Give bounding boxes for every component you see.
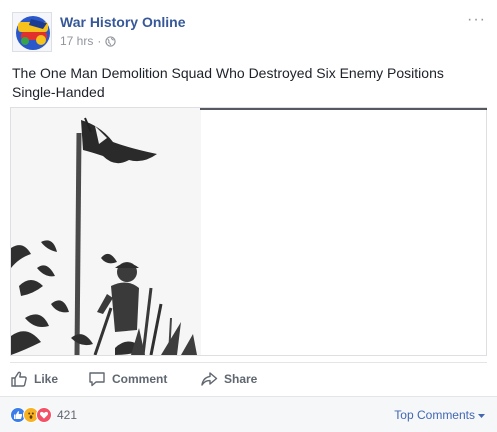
love-reaction-icon — [36, 407, 52, 423]
page-name-link[interactable]: War History Online — [60, 14, 186, 30]
post-meta: 17 hrs · — [60, 34, 117, 48]
sort-label: Top Comments — [394, 408, 475, 422]
post-photo[interactable] — [11, 108, 201, 355]
globe-icon — [105, 35, 117, 47]
thumbs-up-icon — [10, 370, 28, 388]
post-timestamp[interactable]: 17 hrs — [60, 34, 93, 48]
post-media[interactable] — [10, 107, 487, 356]
feed-post: War History Online 17 hrs · ··· The One … — [0, 0, 497, 432]
post-footer: 421 Top Comments — [0, 396, 497, 432]
share-label: Share — [224, 372, 258, 386]
like-label: Like — [34, 372, 59, 386]
post-caption: The One Man Demolition Squad Who Destroy… — [12, 65, 444, 100]
post-header: War History Online 17 hrs · ··· — [12, 12, 488, 54]
meta-separator: · — [97, 34, 102, 48]
avatar-logo-icon — [13, 13, 51, 51]
comment-button[interactable]: Comment — [88, 368, 167, 390]
soldier-flag-photo — [11, 108, 201, 355]
share-button[interactable]: Share — [200, 368, 257, 390]
top-comments-dropdown[interactable]: Top Comments — [394, 408, 485, 422]
share-arrow-icon — [200, 370, 218, 388]
media-top-border — [200, 108, 487, 110]
more-options-ellipsis-icon[interactable]: ··· — [467, 12, 486, 28]
post-actions-bar: Like Comment Share — [10, 362, 487, 392]
like-button[interactable]: Like — [10, 368, 58, 390]
page-avatar[interactable] — [12, 12, 52, 52]
comment-label: Comment — [112, 372, 168, 386]
speech-bubble-icon — [88, 370, 106, 388]
reactions-summary[interactable]: 421 — [10, 407, 77, 423]
caret-down-icon — [478, 408, 485, 422]
reaction-count[interactable]: 421 — [57, 408, 77, 422]
